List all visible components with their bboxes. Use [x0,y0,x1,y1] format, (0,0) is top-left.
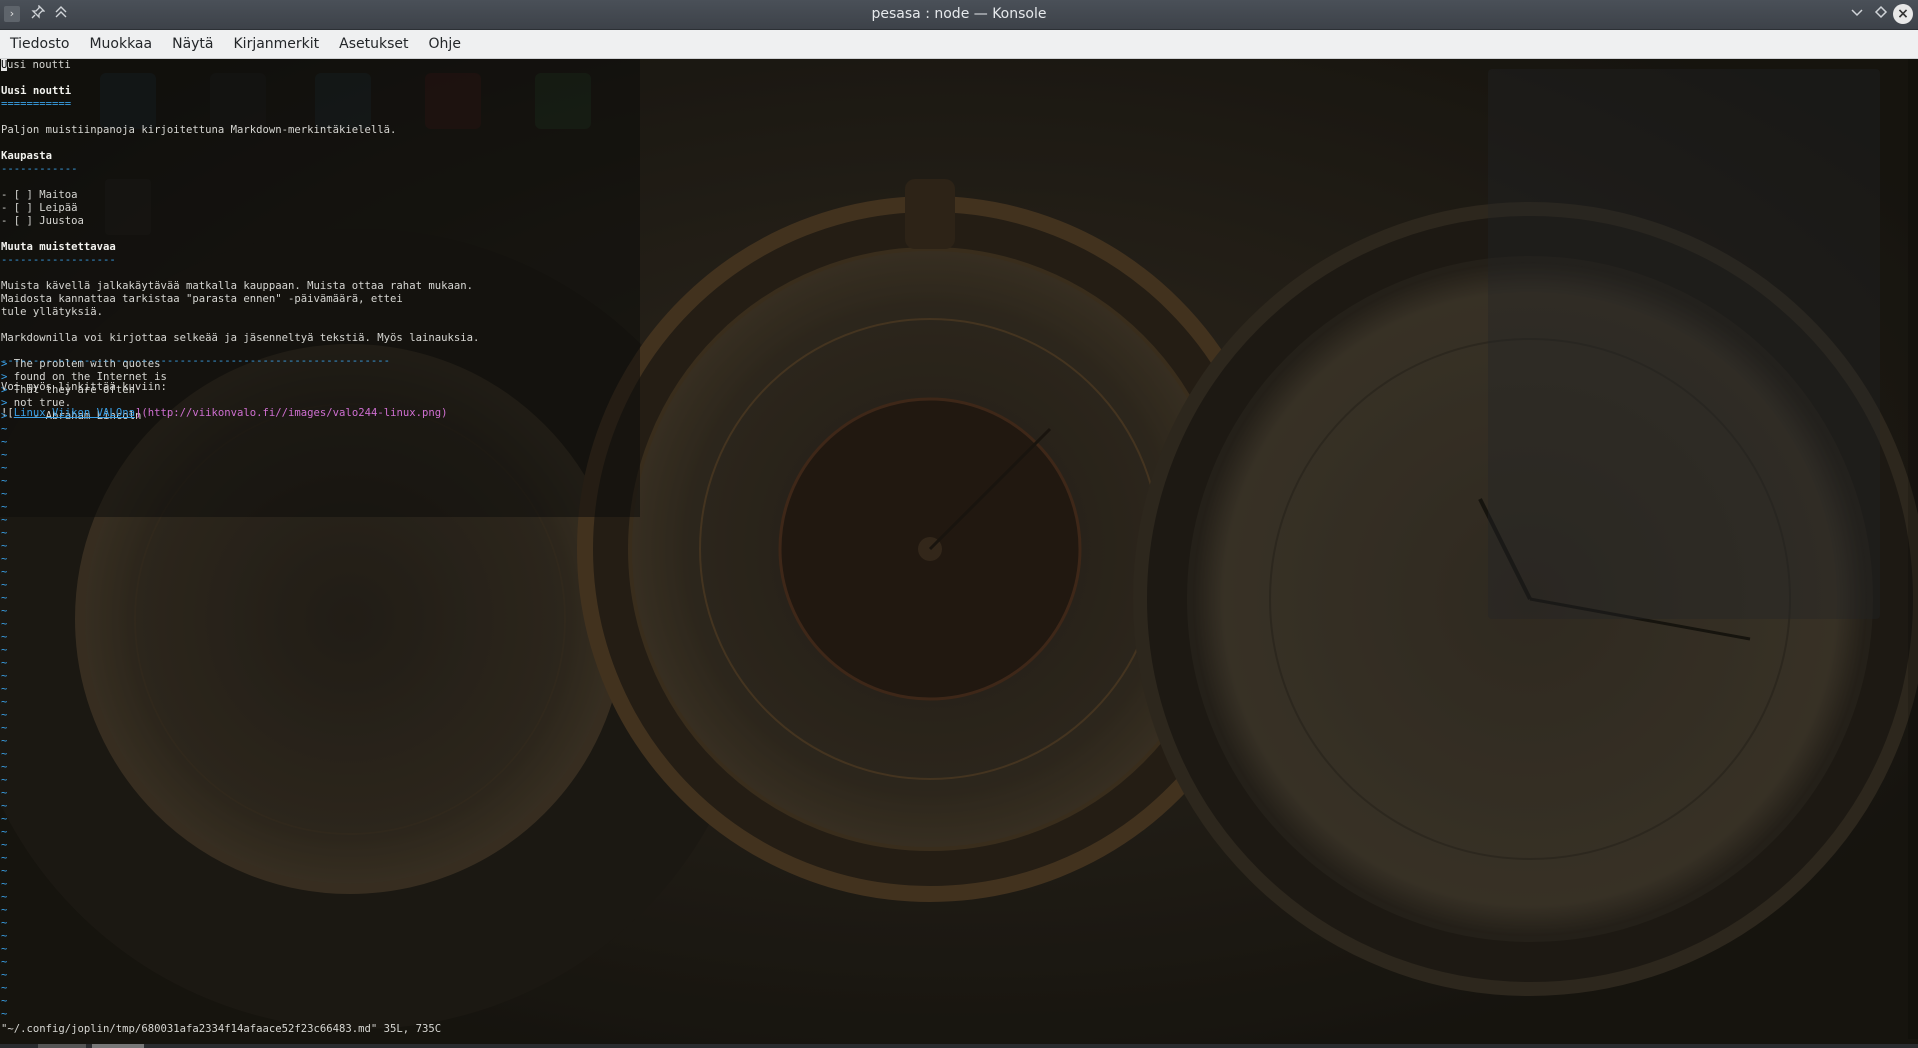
tab-1[interactable] [38,1044,86,1048]
tilde-line: ~ [1,670,8,682]
tilde-line: ~ [1,631,8,643]
editor-line-1-text: usi noutti [7,59,71,71]
editor-line: ------------ [1,163,78,175]
horizontal-rule-line: ----------------------------------------… [1,355,391,367]
tilde-line: ~ [1,722,8,734]
tilde-line: ~ [1,462,8,474]
tilde-line: ~ [1,943,8,955]
tilde-line: ~ [1,449,8,461]
editor-line: Markdownilla voi kirjottaa selkeää ja jä… [1,332,480,344]
tilde-line: ~ [1,605,8,617]
editor-line: Muuta muistettavaa [1,241,116,253]
tilde-line: ~ [1,930,8,942]
tilde-line: ~ [1,826,8,838]
tilde-line: ~ [1,1008,8,1020]
menu-nayta[interactable]: Näytä [162,30,223,58]
tilde-line: ~ [1,800,8,812]
editor-line: Paljon muistiinpanoja kirjoitettuna Mark… [1,124,397,136]
maximize-icon[interactable] [1872,5,1890,23]
editor-line: tule yllätyksiä. [1,306,104,318]
tilde-line: ~ [1,904,8,916]
tilde-line: ~ [1,956,8,968]
window-title: pesasa : node — Konsole [871,6,1047,22]
menu-asetukset[interactable]: Asetukset [329,30,418,58]
tilde-line: ~ [1,813,8,825]
tilde-line: ~ [1,696,8,708]
close-icon[interactable]: × [1893,4,1913,24]
tilde-line: ~ [1,657,8,669]
tilde-line: ~ [1,436,8,448]
vim-status-line: "~/.config/joplin/tmp/680031afa2334f14af… [1,1023,442,1035]
tilde-line: ~ [1,787,8,799]
tilde-line: ~ [1,683,8,695]
editor-line: - [ ] Leipää [1,202,78,214]
tilde-line: ~ [1,579,8,591]
tilde-line: ~ [1,982,8,994]
tilde-line: ~ [1,618,8,630]
link-intro-line: Voi myös linkittää kuviin: [1,381,167,393]
image-link-text[interactable]: Linux Viikon VALOna [14,407,135,419]
tilde-line: ~ [1,566,8,578]
tilde-line: ~ [1,878,8,890]
tilde-line: ~ [1,709,8,721]
tilde-line: ~ [1,735,8,747]
tilde-line: ~ [1,553,8,565]
tilde-line: ~ [1,488,8,500]
menu-muokkaa[interactable]: Muokkaa [79,30,162,58]
terminal-view[interactable]: Uusi noutti Uusi noutti =========== Paljon… [1,59,1916,1039]
tilde-line: ~ [1,969,8,981]
tilde-line: ~ [1,644,8,656]
editor-line: Maidosta kannattaa tarkistaa "parasta en… [1,293,403,305]
editor-line-1: Uusi noutti [1,59,71,72]
bottom-tab-strip [0,1044,1918,1048]
tilde-line: ~ [1,592,8,604]
tilde-line: ~ [1,540,8,552]
tilde-line: ~ [1,917,8,929]
tilde-line: ~ [1,527,8,539]
minimize-icon[interactable] [1848,5,1866,23]
menu-ohje[interactable]: Ohje [419,30,471,58]
editor-line: Uusi noutti [1,85,72,97]
editor-line: ------------------ [1,254,116,266]
image-link-url[interactable]: http://viikonvalo.fi//images/valo244-lin… [148,407,441,419]
editor-line: Kaupasta [1,150,53,162]
menu-bar: Tiedosto Muokkaa Näytä Kirjanmerkit Asetukse… [0,30,1918,59]
image-link-line: ![Linux Viikon VALOna](http://viikonvalo… [1,407,448,419]
tilde-line: ~ [1,501,8,513]
tilde-line: ~ [1,865,8,877]
menu-tiedosto[interactable]: Tiedosto [0,30,79,58]
window-titlebar: › pesasa : node — Konsole × [0,0,1918,30]
tilde-line: ~ [1,891,8,903]
tab-2[interactable] [92,1044,144,1048]
editor-line: Muista kävellä jalkakäytävää matkalla ka… [1,280,473,292]
menu-kirjanmerkit[interactable]: Kirjanmerkit [224,30,330,58]
tilde-line: ~ [1,748,8,760]
editor-line: - [ ] Juustoa [1,215,84,227]
tilde-line: ~ [1,514,8,526]
editor-line: - [ ] Maitoa [1,189,78,201]
editor-line: =========== [1,98,72,110]
tilde-line: ~ [1,839,8,851]
tilde-line: ~ [1,475,8,487]
tilde-line: ~ [1,852,8,864]
tilde-line: ~ [1,774,8,786]
tilde-line: ~ [1,423,8,435]
terminal-scrollbar[interactable] [1908,59,1918,1039]
tilde-line: ~ [1,761,8,773]
tilde-line: ~ [1,995,8,1007]
